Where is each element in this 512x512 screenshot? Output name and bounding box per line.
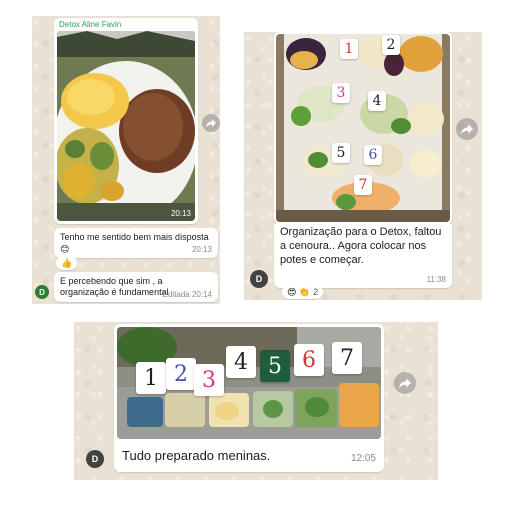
meal-photo-image [57, 31, 195, 221]
message-text: Organização para o Detox, faltou a cenou… [280, 226, 442, 266]
message-timestamp: 20:13 [191, 245, 212, 254]
smile-emoji: 😊 [60, 244, 70, 254]
number-tag-3: 3 [194, 364, 224, 396]
number-tag-6: 6 [294, 344, 324, 376]
reaction-badge[interactable]: 👍 [56, 256, 78, 270]
number-tag-1: 1 [340, 39, 358, 59]
message-timestamp: Editada 20:14 [162, 290, 212, 299]
reaction-count: 2 [313, 287, 319, 297]
message-text: Tenho me sentido bem mais disposta [60, 232, 209, 242]
thumbs-up-emoji: 👍 [61, 257, 73, 268]
number-tag-1: 1 [136, 362, 166, 394]
number-tag-7: 7 [332, 342, 362, 374]
number-tag-2: 2 [382, 35, 400, 55]
text-message-bubble: Organização para o Detox, faltou a cenou… [274, 222, 452, 288]
message-timestamp: 11:38 [426, 275, 446, 284]
number-tag-4: 4 [226, 346, 256, 378]
forward-button[interactable] [456, 118, 478, 140]
chat-panel-3: Tudo preparado meninas. 12:05 1 2 3 4 5 … [74, 322, 438, 480]
number-tag-4: 4 [368, 91, 386, 111]
forward-button[interactable] [202, 114, 220, 132]
photo-message-bubble [274, 32, 452, 224]
number-tag-7: 7 [354, 175, 372, 195]
number-tag-6: 6 [364, 145, 382, 165]
meal-photo[interactable]: 20:13 [57, 31, 195, 221]
number-tag-5: 5 [332, 143, 350, 163]
forward-button[interactable] [394, 372, 416, 394]
sender-name: Detox Aline Favin [59, 20, 122, 29]
text-message-bubble: Tenho me sentido bem mais disposta 😊 20:… [54, 228, 218, 258]
forward-arrow-icon [399, 378, 411, 389]
text-message-bubble: E percebendo que sim , a organização é f… [54, 272, 218, 302]
reaction-emojis: 😍 👏 [287, 286, 311, 297]
avatar[interactable]: D [250, 270, 268, 288]
number-tag-3: 3 [332, 83, 350, 103]
reaction-badge[interactable]: 😍 👏 2 [282, 285, 324, 299]
avatar[interactable]: D [35, 285, 49, 299]
message-timestamp: 12:05 [350, 453, 376, 464]
avatar[interactable]: D [86, 450, 104, 468]
number-tag-2: 2 [166, 358, 196, 390]
forward-arrow-icon [461, 124, 473, 135]
forward-arrow-icon [206, 119, 216, 128]
photo-message-bubble: Detox Aline Favin 20:13 [54, 18, 198, 224]
chat-panel-2: 1 2 3 4 5 6 7 Organização para o Detox, … [244, 32, 482, 300]
number-tag-5: 5 [260, 350, 290, 382]
message-text: Tudo preparado meninas. [122, 448, 271, 463]
photo-timestamp: 20:13 [170, 209, 191, 218]
chat-panel-1: Detox Aline Favin 20:13 Tenho me sentido… [32, 16, 220, 304]
